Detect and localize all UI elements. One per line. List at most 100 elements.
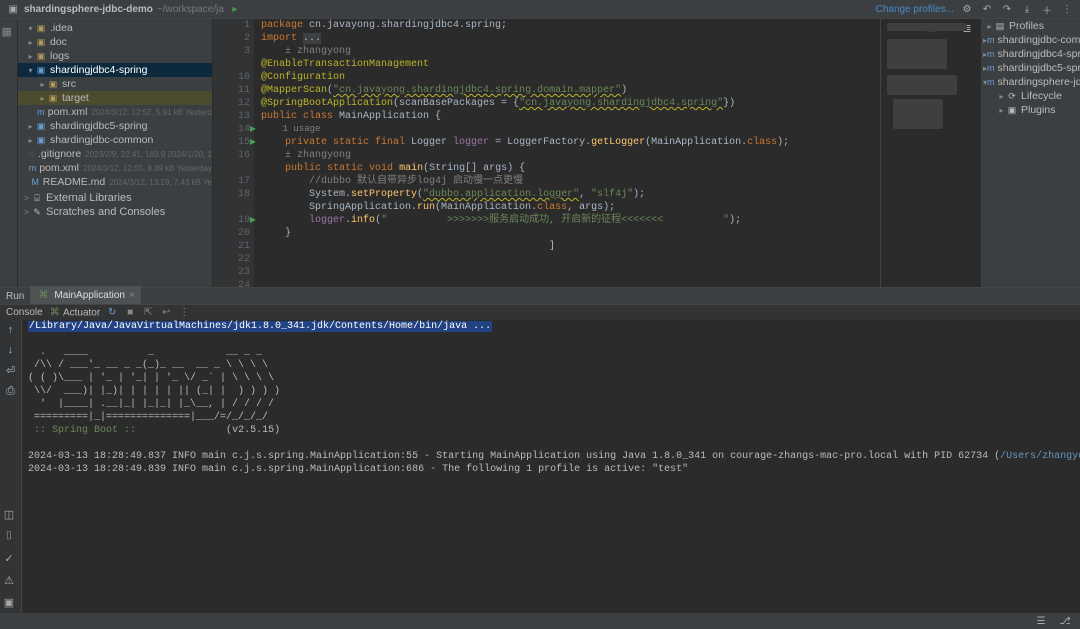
structure-label: shardingjdbc4-sprin	[998, 48, 1080, 60]
tree-meta: 2024/3/12, 12:55, 8.89 kB Yesterday	[83, 164, 212, 173]
tree-node[interactable]: ▸▣doc	[18, 35, 212, 49]
tree-label: doc	[50, 36, 67, 48]
tree-meta: 2024/3/12, 12:52, 5.91 kB Yesterd	[91, 108, 212, 117]
tree-node[interactable]: ▾▣.idea	[18, 21, 212, 35]
tree-label: README.md	[43, 176, 105, 188]
download-icon[interactable]: ⤓	[1020, 2, 1034, 16]
structure-node[interactable]: ▾mshardingsphere-jdbc	[981, 75, 1080, 89]
terminal-tool-icon[interactable]: ⌷	[2, 529, 16, 543]
minimap[interactable]	[880, 19, 980, 287]
tree-node[interactable]: ▸▣logs	[18, 49, 212, 63]
file-icon: m	[37, 106, 45, 118]
module-icon: m	[987, 48, 995, 60]
tree-node[interactable]: mpom.xml2024/3/12, 12:55, 8.89 kB Yester…	[18, 161, 212, 175]
run-tool-window: Run ⌘ MainApplication × Console ⌘ Actuat…	[0, 288, 1080, 613]
scroll-bottom-icon[interactable]: ↓	[8, 344, 14, 356]
file-icon: ▣	[35, 64, 47, 76]
status-git-icon[interactable]: ⎇	[1058, 614, 1072, 628]
tree-label: pom.xml	[48, 106, 88, 118]
file-icon: m	[29, 162, 37, 174]
structure-label: shardingjdbc-comm	[998, 34, 1080, 46]
scratches-node[interactable]: > ✎ Scratches and Consoles	[18, 205, 212, 219]
add-icon[interactable]: ＋	[1040, 2, 1054, 16]
tree-node[interactable]: ◌.gitignore 2023/2/9, 22:41, 183.9 2024/1…	[18, 147, 212, 161]
tree-label: shardingjdbc5-spring	[50, 120, 147, 132]
tree-label: src	[62, 78, 76, 90]
code-editor[interactable]: package cn.javayong.shardingjdbc4.spring…	[255, 19, 880, 287]
console-tab[interactable]: Console	[6, 307, 43, 318]
file-icon: ◌	[28, 148, 35, 160]
structure-node[interactable]: ▸mshardingjdbc-comm	[981, 33, 1080, 47]
bean-icon: ⌘	[49, 307, 61, 319]
todo-tool-icon[interactable]: ✓	[2, 551, 16, 565]
file-icon: ▣	[35, 50, 47, 62]
scratches-label: Scratches and Consoles	[46, 206, 165, 218]
run-tab-bar: Run ⌘ MainApplication ×	[0, 288, 1080, 304]
actuator-tab[interactable]: ⌘ Actuator	[49, 307, 100, 319]
close-icon[interactable]: ×	[129, 290, 135, 301]
module-icon: m	[987, 34, 995, 46]
tree-label: shardingjdbc4-spring	[50, 64, 147, 76]
run-icon[interactable]: ▸	[228, 2, 242, 16]
stop-icon[interactable]: ■	[124, 307, 136, 319]
run-tab-mainapplication[interactable]: ⌘ MainApplication ×	[30, 286, 140, 304]
tree-label: .gitignore	[38, 148, 81, 160]
print-icon[interactable]: ⎙	[6, 385, 15, 398]
file-icon: ▣	[35, 36, 47, 48]
project-tool-icon[interactable]: ▦	[2, 25, 16, 39]
change-profiles-link[interactable]: Change profiles...	[876, 4, 954, 15]
external-libraries-label: External Libraries	[46, 192, 132, 204]
actuator-tab-label: Actuator	[63, 307, 100, 318]
structure-node[interactable]: ▸mshardingjdbc5-sprin	[981, 61, 1080, 75]
module-icon: m	[987, 76, 995, 88]
tree-node[interactable]: ▸▣shardingjdbc-common	[18, 133, 212, 147]
structure-node[interactable]: ▸⟳Lifecycle	[981, 89, 1080, 103]
more-icon[interactable]: ⋮	[1060, 2, 1074, 16]
structure-label: Profiles	[1009, 20, 1044, 32]
file-icon: ▣	[35, 134, 47, 146]
step-forward-icon[interactable]: ↷	[1000, 2, 1014, 16]
external-libraries-node[interactable]: > ⌸ External Libraries	[18, 191, 212, 205]
file-icon: ▣	[47, 78, 59, 90]
kebab-icon[interactable]: ⋮	[178, 307, 190, 319]
services-tool-icon[interactable]: ▣	[2, 595, 16, 609]
structure-label: shardingjdbc5-sprin	[998, 62, 1080, 74]
wrap-icon[interactable]: ⏎	[6, 364, 15, 377]
rerun-icon[interactable]: ↻	[106, 307, 118, 319]
left-tool-stripe: ▦	[0, 19, 18, 287]
titlebar: ▣ shardingsphere-jdbc-demo ~/workspace/j…	[0, 0, 1080, 18]
problems-tool-icon[interactable]: ⚠	[2, 573, 16, 587]
tree-label: .idea	[50, 22, 73, 34]
structure-node[interactable]: ▸▤Profiles	[981, 19, 1080, 33]
tree-node[interactable]: ▸▣target	[18, 91, 212, 105]
tree-node[interactable]: ▾▣shardingjdbc4-spring	[18, 63, 212, 77]
scroll-top-icon[interactable]: ↑	[8, 324, 14, 336]
console-output[interactable]: /Library/Java/JavaVirtualMachines/jdk1.8…	[22, 320, 1080, 613]
tree-node[interactable]: MREADME.md2024/3/12, 13:19, 7.43 kB Ye	[18, 175, 212, 189]
tree-meta: 2023/2/9, 22:41, 183.9 2024/1/20, 1	[85, 150, 212, 159]
export-icon[interactable]: ⇱	[142, 307, 154, 319]
tree-label: logs	[50, 50, 69, 62]
tree-meta: 2024/3/12, 13:19, 7.43 kB Ye	[109, 178, 212, 187]
project-name: shardingsphere-jdbc-demo	[24, 4, 153, 15]
structure-node[interactable]: ▸▣Plugins	[981, 103, 1080, 117]
db-tool-icon[interactable]: ◫	[2, 507, 16, 521]
structure-node[interactable]: ▸mshardingjdbc4-sprin	[981, 47, 1080, 61]
tree-node[interactable]: ▸▣shardingjdbc5-spring	[18, 119, 212, 133]
soft-wrap-icon[interactable]: ↩	[160, 307, 172, 319]
module-icon: ⟳	[1006, 90, 1018, 102]
tree-node[interactable]: mpom.xml2024/3/12, 12:52, 5.91 kB Yester…	[18, 105, 212, 119]
run-tab-label: MainApplication	[54, 290, 125, 301]
tree-node[interactable]: ▸▣src	[18, 77, 212, 91]
maven-structure-panel: ▸▤Profiles▸mshardingjdbc-comm▸mshardingj…	[980, 19, 1080, 287]
line-number-gutter: 1231011121314▶15▶16171819▶2021222324	[213, 19, 255, 287]
run-label: Run	[0, 289, 30, 304]
file-icon: ▣	[35, 22, 47, 34]
settings-icon[interactable]: ⚙	[960, 2, 974, 16]
notifications-icon[interactable]: ☰	[1034, 614, 1048, 628]
scratches-icon: ✎	[31, 206, 43, 218]
module-icon: m	[987, 62, 995, 74]
file-icon: ▣	[47, 92, 59, 104]
editor-area: ▭ ✓ ≣ 1231011121314▶15▶16171819▶20212223…	[213, 19, 980, 287]
step-back-icon[interactable]: ↶	[980, 2, 994, 16]
